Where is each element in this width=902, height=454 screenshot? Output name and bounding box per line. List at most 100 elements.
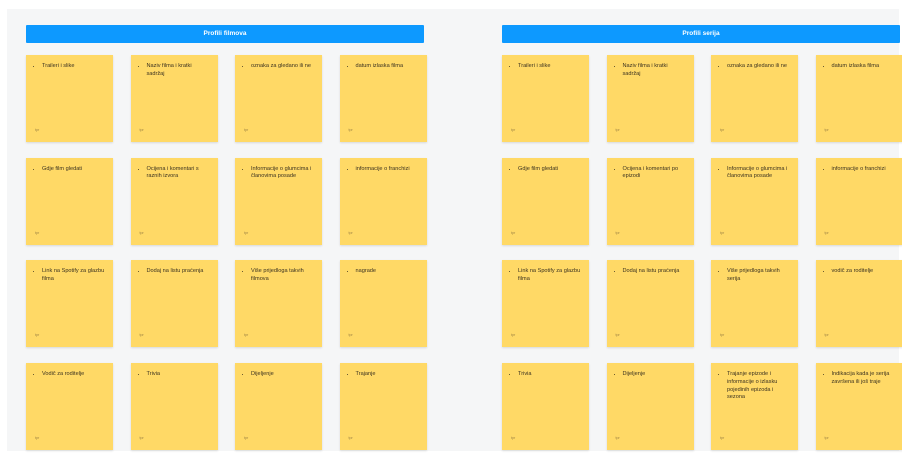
sticky-note[interactable]: Indikacija kada je serija završena ili j… <box>815 363 902 451</box>
sticky-author: tpr <box>139 128 144 132</box>
section-header[interactable]: Profili serija <box>502 25 900 43</box>
sticky-note-text: Informacije o glumcima i članovima posad… <box>251 166 314 182</box>
sticky-author: tpr <box>139 333 144 338</box>
sticky-note-text: Traileri i slike <box>518 63 581 71</box>
sticky-note[interactable]: Dodaj na listu praćenja tpr <box>606 260 694 348</box>
sticky-author: tpr <box>511 230 516 235</box>
sticky-note[interactable]: Gdje film gledati tpr <box>26 157 113 245</box>
sticky-note-text: Dijeljenje <box>623 371 686 379</box>
sticky-note[interactable]: informacije o franchizi tpr <box>815 157 902 245</box>
sticky-note-text: oznaka za gledano ili ne <box>251 63 314 71</box>
sticky-note[interactable]: Link na Spotify za glazbu filma tpr <box>502 260 589 348</box>
sticky-author: tpr <box>824 333 829 338</box>
sticky-author: tpr <box>511 128 516 132</box>
sticky-note-text: Indikacija kada je serija završena ili j… <box>832 371 895 387</box>
sticky-note[interactable]: Ocijena i komentari po epizodi tpr <box>606 157 694 245</box>
sticky-note-text: Trajanje epizode i informacije o izlasku… <box>727 371 790 402</box>
sticky-note[interactable]: Dijeljenje tpr <box>606 363 694 451</box>
board-canvas[interactable]: Profili filmova Traileri i slike tpr Nazi… <box>7 9 902 451</box>
sticky-note-text: datum izlaska filma <box>832 63 895 71</box>
sticky-note[interactable]: datum izlaska filma tpr <box>815 55 902 142</box>
sticky-author: tpr <box>348 333 353 338</box>
sticky-note[interactable]: Naziv filma i kratki sadržaj tpr <box>606 55 694 142</box>
sticky-note-text: Trivia <box>518 371 581 379</box>
sticky-author: tpr <box>35 333 40 338</box>
sticky-note[interactable]: oznaka za gledano ili ne tpr <box>711 55 798 142</box>
sticky-author: tpr <box>348 436 353 441</box>
sticky-note[interactable]: Trajanje tpr <box>339 363 427 451</box>
sticky-author: tpr <box>139 230 144 235</box>
sticky-author: tpr <box>35 436 40 441</box>
sticky-note[interactable]: nagrade tpr <box>339 260 427 348</box>
sticky-note-text: Ocijena i komentari s raznih izvora <box>147 166 210 182</box>
sticky-note[interactable]: Dijeljenje tpr <box>235 363 322 451</box>
sticky-author: tpr <box>720 230 725 235</box>
sticky-note[interactable]: Naziv filma i kratki sadržaj tpr <box>130 55 218 142</box>
sticky-note[interactable]: Trajanje epizode i informacije o izlasku… <box>711 363 798 451</box>
sticky-author: tpr <box>720 436 725 441</box>
sticky-grid: Traileri i slike tpr Naziv filma i kratki… <box>502 55 902 451</box>
sticky-note-text: Informacije o glumcima i članovima posad… <box>727 166 790 182</box>
sticky-note[interactable]: oznaka za gledano ili ne tpr <box>235 55 322 142</box>
section-profili-filmova[interactable]: Profili filmova Traileri i slike tpr Nazi… <box>26 25 427 451</box>
sticky-author: tpr <box>824 128 829 132</box>
sticky-note[interactable]: datum izlaska filma tpr <box>339 55 427 142</box>
sticky-note-text: Dodaj na listu praćenja <box>623 268 686 276</box>
sticky-note-text: Dodaj na listu praćenja <box>147 268 210 276</box>
sticky-author: tpr <box>35 128 40 132</box>
sticky-author: tpr <box>139 436 144 441</box>
sticky-note[interactable]: Link na Spotify za glazbu filma tpr <box>26 260 113 348</box>
sticky-note-text: Trajanje <box>356 371 419 379</box>
section-profili-serija[interactable]: Profili serija Traileri i slike tpr Naziv… <box>502 25 902 451</box>
sticky-note[interactable]: Vodič za roditelje tpr <box>26 363 113 451</box>
section-header[interactable]: Profili filmova <box>26 25 424 43</box>
sticky-note-text: Više prijedloga takvih filmova <box>251 268 314 284</box>
sticky-note[interactable]: Trivia tpr <box>130 363 218 451</box>
sticky-author: tpr <box>348 128 353 132</box>
sticky-note[interactable]: Gdje film gledati tpr <box>502 157 589 245</box>
sticky-note-text: Više prijedloga takvih serija <box>727 268 790 284</box>
sticky-grid: Traileri i slike tpr Naziv filma i kratki… <box>26 55 427 451</box>
sticky-note-text: Link na Spotify za glazbu filma <box>42 268 105 284</box>
sticky-author: tpr <box>244 333 249 338</box>
sticky-author: tpr <box>244 436 249 441</box>
sticky-note[interactable]: Traileri i slike tpr <box>502 55 589 142</box>
sticky-note-text: Vodič za roditelje <box>42 371 105 379</box>
sticky-note[interactable]: Informacije o glumcima i članovima posad… <box>711 157 798 245</box>
sticky-note-text: Naziv filma i kratki sadržaj <box>623 63 686 79</box>
sticky-note-text: Trivia <box>147 371 210 379</box>
sticky-note-text: oznaka za gledano ili ne <box>727 63 790 71</box>
sticky-author: tpr <box>244 230 249 235</box>
sticky-note[interactable]: Više prijedloga takvih serija tpr <box>711 260 798 348</box>
sticky-note-text: Traileri i slike <box>42 63 105 71</box>
sticky-author: tpr <box>615 333 620 338</box>
sticky-note-text: nagrade <box>356 268 419 276</box>
sticky-note-text: Link na Spotify za glazbu filma <box>518 268 581 284</box>
sticky-note-text: Gdje film gledati <box>42 166 105 174</box>
sticky-author: tpr <box>615 436 620 441</box>
sticky-note[interactable]: Informacije o glumcima i članovima posad… <box>235 157 322 245</box>
sticky-note[interactable]: Trivia tpr <box>502 363 589 451</box>
sticky-author: tpr <box>35 230 40 235</box>
sticky-author: tpr <box>720 128 725 132</box>
sticky-note-text: Gdje film gledati <box>518 166 581 174</box>
sticky-note[interactable]: Više prijedloga takvih filmova tpr <box>235 260 322 348</box>
sticky-note[interactable]: Ocijena i komentari s raznih izvora tpr <box>130 157 218 245</box>
sticky-note-text: datum izlaska filma <box>356 63 419 71</box>
sticky-author: tpr <box>511 436 516 441</box>
sticky-note[interactable]: informacije o franchizi tpr <box>339 157 427 245</box>
sticky-note[interactable]: vodič za roditelje tpr <box>815 260 902 348</box>
sticky-author: tpr <box>824 436 829 441</box>
sticky-author: tpr <box>348 230 353 235</box>
sticky-note-text: Ocijena i komentari po epizodi <box>623 166 686 182</box>
sticky-author: tpr <box>615 230 620 235</box>
sticky-note[interactable]: Dodaj na listu praćenja tpr <box>130 260 218 348</box>
sticky-author: tpr <box>824 230 829 235</box>
sticky-note[interactable]: Traileri i slike tpr <box>26 55 113 142</box>
sticky-author: tpr <box>511 333 516 338</box>
sticky-note-text: informacije o franchizi <box>832 166 895 174</box>
sticky-note-text: Naziv filma i kratki sadržaj <box>147 63 210 79</box>
sticky-note-text: vodič za roditelje <box>832 268 895 276</box>
sticky-note-text: Dijeljenje <box>251 371 314 379</box>
sticky-author: tpr <box>615 128 620 132</box>
